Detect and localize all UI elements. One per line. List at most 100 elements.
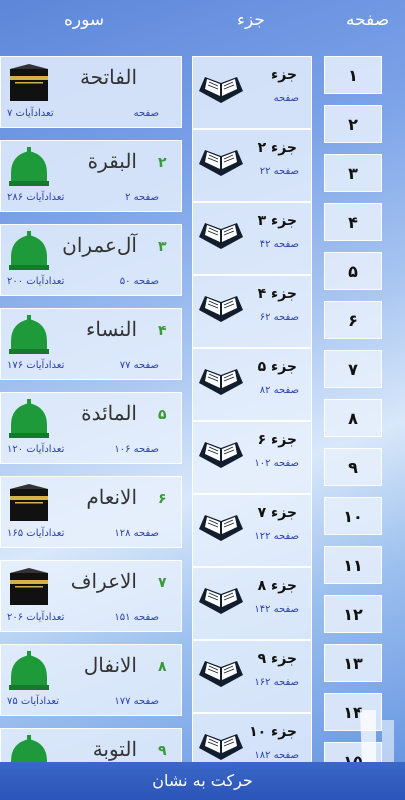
juz-card[interactable]: جزء ۳ صفحه ۴۲ — [192, 202, 312, 275]
juz-name: جزء ۳ — [257, 213, 297, 229]
quran-book-icon — [195, 69, 247, 107]
sura-name: الانعام — [86, 485, 137, 509]
sura-ayat-count: تعدادآیات ۱۷۶ — [7, 360, 65, 371]
sura-number: ۲ — [158, 155, 167, 171]
page-number-button[interactable]: ۱ — [324, 56, 382, 94]
juz-name: جزء ۷ — [257, 505, 297, 521]
kaaba-icon — [7, 63, 51, 103]
sura-ayat-count: تعدادآیات ۱۶۵ — [7, 528, 65, 539]
sura-ayat-count: تعدادآیات ۷ — [7, 108, 54, 119]
kaaba-icon — [7, 483, 51, 523]
sura-number: ۵ — [158, 407, 167, 423]
page-number-button[interactable]: ۸ — [324, 399, 382, 437]
sura-card[interactable]: ۴ النساء صفحه ۷۷ تعدادآیات ۱۷۶ — [0, 308, 182, 380]
quran-book-icon — [195, 653, 247, 691]
juz-page: صفحه ۲۲ — [259, 166, 299, 177]
sura-card[interactable]: ۸ الانفال صفحه ۱۷۷ تعدادآیات ۷۵ — [0, 644, 182, 716]
sura-page: صفحه ۵۰ — [119, 276, 159, 287]
sura-ayat-count: تعدادآیات ۷۵ — [7, 696, 60, 707]
sura-card[interactable]: ۲ البقرة صفحه ۲ تعدادآیات ۲۸۶ — [0, 140, 182, 212]
sura-ayat-count: تعدادآیات ۱۲۰ — [7, 444, 65, 455]
sura-page: صفحه — [133, 108, 159, 119]
mosque-dome-icon — [7, 651, 51, 691]
mosque-dome-icon — [7, 399, 51, 439]
sura-name: المائدة — [81, 401, 137, 425]
quran-book-icon — [195, 726, 247, 764]
sura-column-title: سوره — [64, 10, 105, 30]
sura-name: الانفال — [83, 653, 137, 677]
quran-book-icon — [195, 507, 247, 545]
sura-card[interactable]: ۷ الاعراف صفحه ۱۵۱ تعدادآیات ۲۰۶ — [0, 560, 182, 632]
sura-number: ۷ — [158, 575, 167, 591]
page-number-button[interactable]: ۵ — [324, 252, 382, 290]
juz-name: جزء — [271, 67, 297, 83]
sura-ayat-count: تعدادآیات ۲۸۶ — [7, 192, 65, 203]
page-number-button[interactable]: ۷ — [324, 350, 382, 388]
juz-card[interactable]: جزء ۷ صفحه ۱۲۲ — [192, 494, 312, 567]
mosque-dome-icon — [7, 147, 51, 187]
juz-card[interactable]: جزء ۲ صفحه ۲۲ — [192, 129, 312, 202]
juz-card[interactable]: جزء ۴ صفحه ۶۲ — [192, 275, 312, 348]
juz-page: صفحه ۶۲ — [259, 312, 299, 323]
mosque-dome-icon — [7, 231, 51, 271]
juz-name: جزء ۶ — [257, 432, 297, 448]
juz-card[interactable]: جزء ۶ صفحه ۱۰۲ — [192, 421, 312, 494]
sura-name: النساء — [85, 317, 137, 341]
sura-name: الاعراف — [70, 569, 137, 593]
quran-book-icon — [195, 288, 247, 326]
quran-book-icon — [195, 215, 247, 253]
juz-page: صفحه ۱۶۲ — [254, 677, 299, 688]
sura-ayat-count: تعدادآیات ۲۰۶ — [7, 612, 65, 623]
juz-page: صفحه ۱۰۲ — [254, 458, 299, 469]
quran-book-icon — [195, 580, 247, 618]
juz-name: جزء ۸ — [257, 578, 297, 594]
sura-number: ۶ — [158, 491, 167, 507]
juz-card[interactable]: جزء ۹ صفحه ۱۶۲ — [192, 640, 312, 713]
page-number-button[interactable]: ۱۳ — [324, 644, 382, 682]
sura-page: صفحه ۷۷ — [119, 360, 159, 371]
sura-page: صفحه ۱۰۶ — [114, 444, 159, 455]
sura-name: الفاتحة — [79, 65, 137, 89]
page-number-button[interactable]: ۱۱ — [324, 546, 382, 584]
page-number-button[interactable]: ۱۰ — [324, 497, 382, 535]
juz-name: جزء ۴ — [257, 286, 297, 302]
sura-number: ۸ — [158, 659, 167, 675]
sura-page: صفحه ۱۵۱ — [114, 612, 159, 623]
sura-card[interactable]: الفاتحة صفحه تعدادآیات ۷ — [0, 56, 182, 128]
page-column-title: صفحه — [346, 10, 390, 30]
sura-name: البقرة — [87, 149, 137, 173]
go-to-bookmark-button[interactable]: حرکت به نشان — [0, 762, 405, 800]
sura-page: صفحه ۱۲۸ — [114, 528, 159, 539]
sura-number: ۴ — [158, 323, 167, 339]
page-number-button[interactable]: ۴ — [324, 203, 382, 241]
page-number-button[interactable]: ۶ — [324, 301, 382, 339]
juz-card[interactable]: جزء ۵ صفحه ۸۲ — [192, 348, 312, 421]
page-number-button[interactable]: ۹ — [324, 448, 382, 486]
sura-card[interactable]: ۶ الانعام صفحه ۱۲۸ تعدادآیات ۱۶۵ — [0, 476, 182, 548]
juz-page: صفحه ۸۲ — [259, 385, 299, 396]
juz-name: جزء ۱۰ — [249, 724, 297, 740]
sura-number: ۳ — [158, 239, 167, 255]
quran-book-icon — [195, 361, 247, 399]
juz-page: صفحه ۱۴۲ — [254, 604, 299, 615]
juz-column-title: جزء — [237, 10, 265, 30]
sura-card[interactable]: ۳ آل‌عمران صفحه ۵۰ تعدادآیات ۲۰۰ — [0, 224, 182, 296]
juz-name: جزء ۹ — [257, 651, 297, 667]
juz-page: صفحه — [273, 93, 299, 104]
page-number-button[interactable]: ۲ — [324, 105, 382, 143]
juz-card[interactable]: جزء ۸ صفحه ۱۴۲ — [192, 567, 312, 640]
sura-name: التوبة — [92, 737, 137, 761]
juz-page: صفحه ۴۲ — [259, 239, 299, 250]
sura-name: آل‌عمران — [62, 233, 137, 257]
juz-name: جزء ۲ — [257, 140, 297, 156]
page-number-button[interactable]: ۱۲ — [324, 595, 382, 633]
quran-book-icon — [195, 434, 247, 472]
juz-page: صفحه ۱۸۲ — [254, 750, 299, 761]
sura-page: صفحه ۲ — [125, 192, 159, 203]
page-number-button[interactable]: ۳ — [324, 154, 382, 192]
sura-card[interactable]: ۵ المائدة صفحه ۱۰۶ تعدادآیات ۱۲۰ — [0, 392, 182, 464]
mosque-dome-icon — [7, 315, 51, 355]
column-header: سوره جزء صفحه — [0, 0, 405, 44]
juz-name: جزء ۵ — [257, 359, 297, 375]
juz-card[interactable]: جزء صفحه — [192, 56, 312, 129]
